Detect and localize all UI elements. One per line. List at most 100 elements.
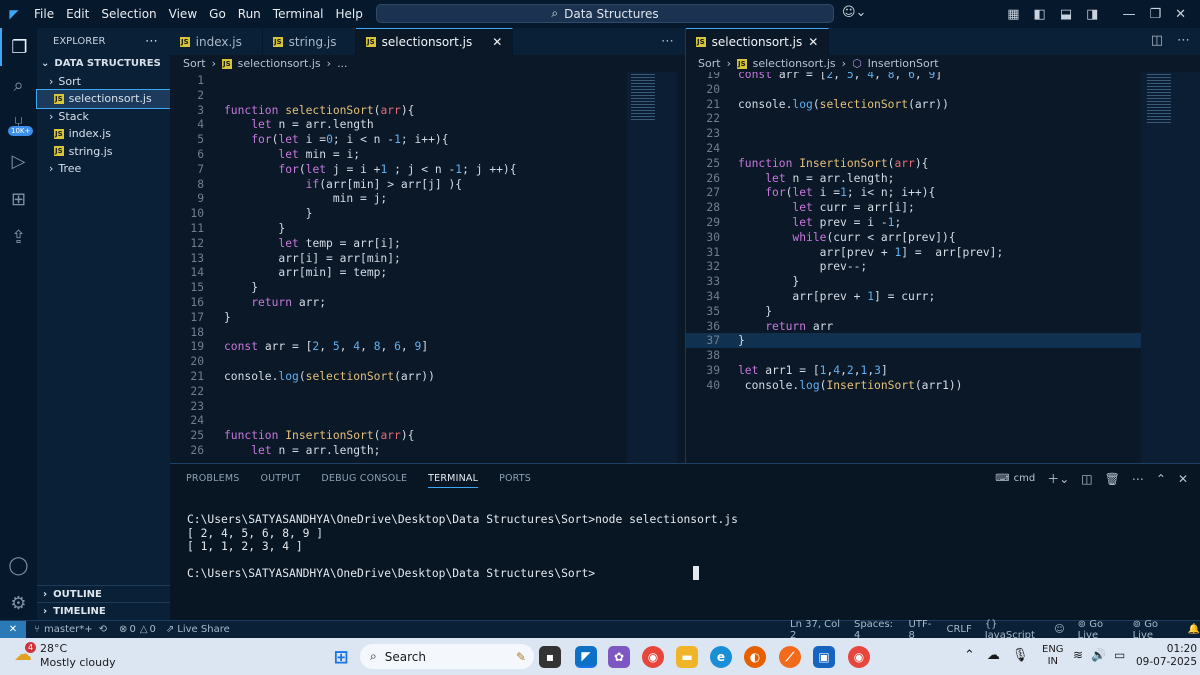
right-minimap[interactable] <box>1141 72 1200 463</box>
right-tab-selectionsort[interactable]: JS selectionsort.js ✕ <box>686 28 830 55</box>
panel-tab-ports[interactable]: PORTS <box>499 473 531 488</box>
copilot-icon[interactable]: ☺⌄ <box>842 5 866 20</box>
new-terminal-icon[interactable]: ＋⌄ <box>1047 470 1069 487</box>
tree-item-tree[interactable]: › Tree <box>37 160 170 178</box>
tree-item-index-js[interactable]: JS index.js <box>37 125 170 143</box>
editor-more-icon[interactable]: ⋯ <box>1177 33 1190 48</box>
more-actions-icon[interactable]: ⋯ <box>145 34 158 49</box>
menu-item-terminal[interactable]: Terminal <box>267 7 330 21</box>
menu-item-help[interactable]: Help <box>330 7 369 21</box>
tab-string-js[interactable]: JS string.js <box>263 28 356 55</box>
toggle-sidebar-icon[interactable]: ◧ <box>1034 7 1046 22</box>
close-panel-icon[interactable]: ✕ <box>1178 472 1188 486</box>
left-minimap[interactable] <box>627 72 677 463</box>
copilot-status-icon[interactable]: ☺ <box>1054 624 1064 635</box>
close-tab-icon[interactable]: ✕ <box>808 35 818 49</box>
file-explorer-icon[interactable]: ▬ <box>676 646 698 668</box>
line-number: 25 <box>190 429 204 443</box>
microphone-icon[interactable]: 🎙 <box>1012 648 1029 663</box>
search-view-icon[interactable]: ⌕ <box>0 66 37 104</box>
editor-more-icon[interactable]: ⋯ <box>661 34 674 49</box>
remote-indicator-icon[interactable]: ✕ <box>0 620 26 639</box>
extensions-icon[interactable]: ⊞ <box>0 180 37 218</box>
errors-count[interactable]: 0 <box>129 624 135 635</box>
account-icon[interactable]: ◯ <box>0 546 37 584</box>
vscode-logo-icon: ◤ <box>9 7 19 21</box>
firefox-icon[interactable]: ◐ <box>744 646 766 668</box>
tree-item-stack[interactable]: › Stack <box>37 108 170 126</box>
settings-gear-icon[interactable]: ⚙ <box>0 584 37 622</box>
system-tray[interactable]: ≋ 🔊 ▭ <box>1073 648 1125 662</box>
postman-icon[interactable]: ⟋ <box>779 646 801 668</box>
menu-item-edit[interactable]: Edit <box>60 7 95 21</box>
close-window-icon[interactable]: ✕ <box>1175 7 1186 22</box>
breadcrumb-item[interactable]: selectionsort.js <box>238 57 321 70</box>
panel-more-icon[interactable]: ⋯ <box>1132 472 1144 486</box>
tree-item-string-js[interactable]: JS string.js <box>37 143 170 161</box>
menu-item-selection[interactable]: Selection <box>95 7 162 21</box>
panel-tab-output[interactable]: OUTPUT <box>260 473 300 488</box>
explorer-icon[interactable]: ❐ <box>0 28 37 66</box>
split-terminal-icon[interactable]: ◫ <box>1081 472 1092 486</box>
chrome-profile-icon[interactable]: ◉ <box>848 646 870 668</box>
minimize-icon[interactable]: — <box>1122 7 1135 22</box>
restore-icon[interactable]: ❐ <box>1149 7 1161 22</box>
tab-selectionsort-js[interactable]: JS selectionsort.js ✕ <box>356 28 514 55</box>
code-line: 3 function selectionSort(arr){ <box>170 103 686 118</box>
outline-section[interactable]: › OUTLINE <box>37 585 170 602</box>
trash-icon[interactable]: 🗑 <box>1105 472 1120 486</box>
breadcrumb-item[interactable]: Sort <box>698 57 721 70</box>
panel-tab-terminal[interactable]: TERMINAL <box>428 473 479 488</box>
copilot-app-icon[interactable]: ✿ <box>608 646 630 668</box>
menu-item-run[interactable]: Run <box>232 7 267 21</box>
notifications-bell-icon[interactable]: 🔔 <box>1188 624 1200 635</box>
menu-item-go[interactable]: Go <box>203 7 232 21</box>
terminal-shell-selector[interactable]: ⌨ cmd <box>995 473 1035 484</box>
code-text: } <box>224 310 231 325</box>
breadcrumb-item[interactable]: selectionsort.js <box>753 57 836 70</box>
chrome-icon[interactable]: ◉ <box>642 646 664 668</box>
layout-icon[interactable]: ▦ <box>1007 7 1019 22</box>
branch-label[interactable]: master*+ <box>44 624 93 635</box>
maximize-panel-icon[interactable]: ⌃ <box>1156 472 1166 486</box>
onedrive-cloud-icon[interactable]: ☁ <box>987 648 1000 663</box>
vscode-taskbar-icon[interactable]: ◤ <box>575 646 597 668</box>
remote-icon[interactable]: ⇪ <box>0 218 37 256</box>
panel-tab-debug-console[interactable]: DEBUG CONSOLE <box>321 473 407 488</box>
menu-item-view[interactable]: View <box>163 7 203 21</box>
weather-desc[interactable]: Mostly cloudy <box>40 656 116 669</box>
store-icon[interactable]: ▣ <box>813 646 835 668</box>
breadcrumb-item[interactable]: InsertionSort <box>868 57 939 70</box>
source-control-icon[interactable]: ⑂ 10K+ <box>0 104 37 142</box>
weather-temp[interactable]: 28°C <box>40 642 67 655</box>
show-hidden-icons-chevron[interactable]: ⌃ <box>964 648 975 663</box>
menu-item-file[interactable]: File <box>28 7 60 21</box>
workspace-root[interactable]: ⌄ DATA STRUCTURES <box>37 55 170 73</box>
split-editor-icon[interactable]: ◫ <box>1151 33 1163 48</box>
line-ending[interactable]: CRLF <box>946 624 971 635</box>
breadcrumb-item[interactable]: ... <box>337 57 348 70</box>
left-code-editor[interactable]: 1 2 3 function selectionSort(arr){4 let n =… <box>170 72 686 463</box>
windows-start-icon[interactable]: ⊞ <box>330 646 352 668</box>
right-code-editor[interactable]: 19 const arr = [2, 5, 4, 8, 6, 9] 20 21 cons… <box>686 72 1200 463</box>
tab-index-js[interactable]: JS index.js <box>170 28 263 55</box>
sync-icon[interactable]: ⟲ <box>99 624 107 635</box>
task-view-icon[interactable]: ▪ <box>539 646 561 668</box>
language-indicator[interactable]: ENG IN <box>1042 644 1064 668</box>
timeline-section[interactable]: › TIMELINE <box>37 602 170 619</box>
close-tab-icon[interactable]: ✕ <box>492 35 502 49</box>
live-share-button[interactable]: Live Share <box>177 624 229 635</box>
breadcrumb-item[interactable]: Sort <box>183 57 206 70</box>
clock[interactable]: 01:20 09-07-2025 <box>1136 643 1197 669</box>
edge-icon[interactable]: e <box>710 646 732 668</box>
toggle-secondary-icon[interactable]: ◨ <box>1086 7 1098 22</box>
warnings-count[interactable]: 0 <box>150 624 156 635</box>
tree-item-sort[interactable]: › Sort <box>37 73 170 91</box>
command-center-search[interactable]: ⌕ Data Structures <box>376 4 834 23</box>
run-debug-icon[interactable]: ▷ <box>0 142 37 180</box>
toggle-panel-icon[interactable]: ⬓ <box>1060 7 1072 22</box>
taskbar-search[interactable]: ⌕ Search ✎ <box>360 644 534 669</box>
panel-tab-problems[interactable]: PROBLEMS <box>186 473 239 488</box>
tree-item-selectionsort-js[interactable]: JS selectionsort.js <box>36 89 171 109</box>
